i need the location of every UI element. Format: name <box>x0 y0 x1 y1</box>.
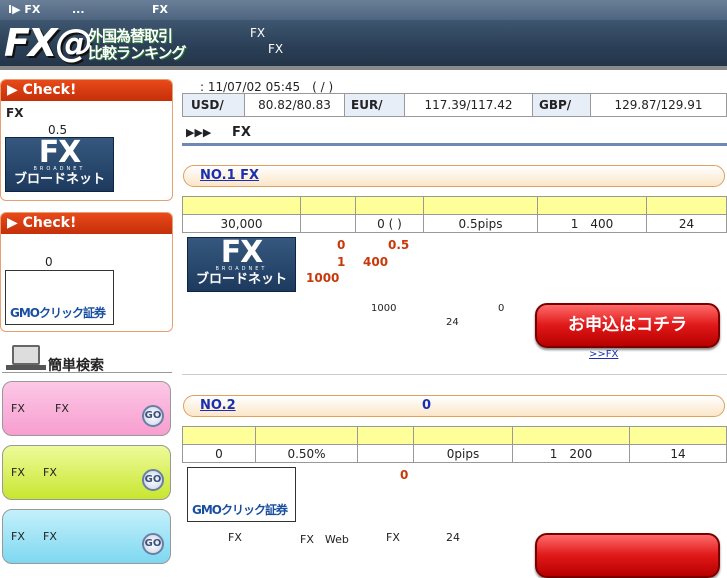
check-title-1: ▶ Check! <box>1 80 172 101</box>
rank1-red-5: 1000 <box>306 271 340 285</box>
table-row: 0 0.50% 0pips 1 200 14 <box>182 444 727 463</box>
table-cell: 0.5pips <box>423 214 538 233</box>
eur-label: EUR/ <box>345 94 405 116</box>
table-cell: 0 <box>182 444 256 463</box>
banner-fx-text: FX <box>38 135 82 170</box>
go2-text-a: FX <box>11 466 25 479</box>
site-header: FX@ 外国為替取引 比較ランキング FX FX <box>0 20 727 66</box>
go-button-2[interactable]: FX FX GO <box>2 445 171 500</box>
table-cell: 1 400 <box>537 214 647 233</box>
go3-text-a: FX <box>11 530 25 543</box>
table-cell <box>300 214 356 233</box>
check-box-2: ▶ Check! 0 GMOクリック証券 <box>0 212 173 332</box>
heading-arrows: ▶▶▶ <box>186 126 212 139</box>
table-cell <box>357 444 414 463</box>
rank1-red-4: 400 <box>363 255 389 269</box>
table-cell: 0pips <box>413 444 513 463</box>
go-icon: GO <box>142 405 164 427</box>
rank2-foot-4: 24 <box>446 531 460 544</box>
rank1-detail-link[interactable]: >>FX <box>589 349 665 360</box>
main-heading: FX <box>232 125 251 140</box>
banner-kana-text: ブロードネット <box>195 272 287 287</box>
broadnet-banner[interactable]: FX BROADNET ブロードネット <box>5 137 114 192</box>
go3-text-b: FX <box>43 530 57 543</box>
banner-kana-text: ブロードネット <box>13 172 105 187</box>
header-text-2: FX <box>268 42 284 56</box>
rank1-red-3: 1 <box>337 255 346 269</box>
rank2-apply-button[interactable] <box>535 533 720 578</box>
computer-icon-base <box>6 365 46 370</box>
go1-text-b: FX <box>55 402 69 415</box>
check-title-2: ▶ Check! <box>1 213 172 234</box>
header-divider <box>0 66 727 70</box>
logo-line2: 比較ランキング <box>88 44 187 62</box>
gbp-label: GBP/ <box>533 94 591 116</box>
top-bar: I▶ FX ... FX <box>0 0 727 20</box>
rank-divider <box>182 374 727 375</box>
gmo-banner[interactable]: GMOクリック証券 <box>5 270 114 325</box>
table-row: 30,000 0 ( ) 0.5pips 1 400 24 <box>182 214 727 233</box>
table-header-row <box>182 426 727 445</box>
topbar-marker: I▶ FX <box>8 3 41 16</box>
rank1-title-bar: NO.1 FX <box>183 165 725 187</box>
usd-value: 80.82/80.83 <box>245 94 345 116</box>
rank1-red-1: 0 <box>337 238 346 252</box>
table-cell: 14 <box>629 444 727 463</box>
check1-line1: FX <box>6 106 24 120</box>
go1-text-a: FX <box>11 402 25 415</box>
gbp-value: 129.87/129.91 <box>614 98 703 112</box>
rank2-title-bar: NO.2 0 <box>183 395 725 417</box>
rank1-small-1: 1000 <box>371 303 397 314</box>
check-box-1: ▶ Check! FX 0.5 FX BROADNET ブロードネット <box>0 79 173 201</box>
go2-text-b: FX <box>43 466 57 479</box>
banner-fx-text: FX <box>220 235 264 270</box>
rank2-title-text: NO.2 <box>200 398 236 413</box>
computer-icon <box>12 345 40 365</box>
rank1-red-2: 0.5 <box>388 238 410 252</box>
table-cell: 1 200 <box>512 444 630 463</box>
eur-value: 117.39/117.42 <box>405 94 533 116</box>
rank1-small-3: 24 <box>446 317 459 328</box>
heading-rule <box>182 143 727 146</box>
table-cell: 30,000 <box>182 214 301 233</box>
easy-search-header: 簡単検索 <box>2 343 172 374</box>
gmo-banner-text: GMOクリック証券 <box>192 503 288 517</box>
rank1-broadnet-banner[interactable]: FX BROADNET ブロードネット <box>187 237 296 292</box>
rank2-foot-3: FX <box>386 531 400 544</box>
rank1-small-2: 0 <box>498 303 505 314</box>
table-cell: 24 <box>646 214 727 233</box>
table-header-row <box>182 196 727 215</box>
table-cell: 0.50% <box>255 444 358 463</box>
usd-label: USD/ <box>183 94 245 116</box>
topbar-link[interactable]: FX <box>152 3 168 16</box>
rank2-title-link[interactable]: NO.2 0 <box>200 398 452 413</box>
site-logo[interactable]: FX@ 外国為替取引 比較ランキング <box>4 21 209 65</box>
go-icon: GO <box>142 469 164 491</box>
rank2-red-1: 0 <box>400 468 409 482</box>
rank2-foot-1: FX <box>228 531 242 544</box>
rank2-spec-table: 0 0.50% 0pips 1 200 14 <box>182 426 727 463</box>
rank2-gmo-banner[interactable]: GMOクリック証券 <box>187 467 296 522</box>
logo-fx: FX@ <box>4 21 93 65</box>
go-icon: GO <box>142 533 164 555</box>
check2-line1: 0 <box>45 255 53 269</box>
rank2-title-number: 0 <box>422 398 432 413</box>
rank1-spec-table: 30,000 0 ( ) 0.5pips 1 400 24 <box>182 196 727 233</box>
table-cell: 0 ( ) <box>355 214 424 233</box>
rank1-title-link[interactable]: NO.1 FX <box>200 168 456 183</box>
header-text-1: FX <box>250 26 266 40</box>
rank1-apply-button[interactable]: お申込はコチラ <box>535 303 720 348</box>
gmo-banner-text: GMOクリック証券 <box>10 306 106 320</box>
go-button-3[interactable]: FX FX GO <box>2 509 171 564</box>
topbar-dots: ... <box>72 3 85 16</box>
easy-search-label: 簡単検索 <box>48 358 104 374</box>
go-button-1[interactable]: FX FX GO <box>2 381 171 436</box>
rate-ticker: USD/ 80.82/80.83 EUR/ 117.39/117.42 GBP/… <box>182 93 727 117</box>
